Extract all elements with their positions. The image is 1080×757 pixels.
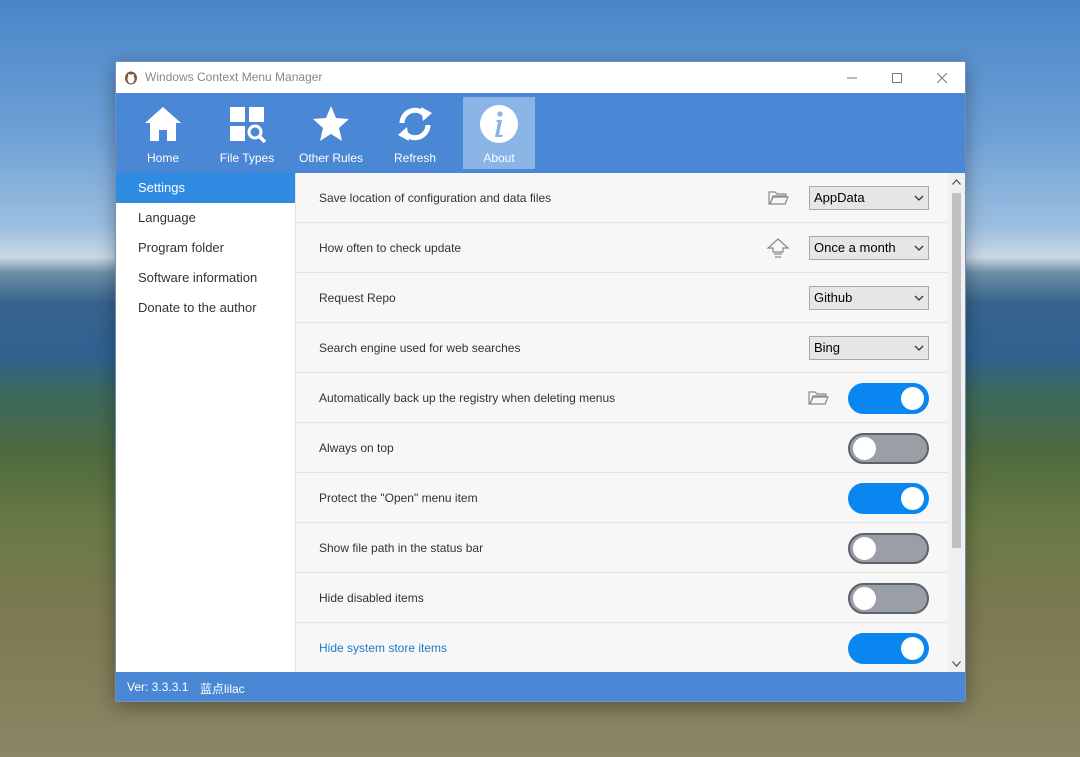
toolbar-refresh-button[interactable]: Refresh — [379, 97, 451, 169]
author-text: 蓝点lilac — [200, 682, 245, 696]
chevron-down-icon — [914, 295, 924, 301]
hide-disabled-toggle[interactable] — [848, 583, 929, 614]
select-value: Bing — [814, 340, 841, 355]
window-title: Windows Context Menu Manager — [145, 70, 323, 84]
title-bar: Windows Context Menu Manager — [116, 62, 965, 93]
chevron-up-icon — [952, 178, 961, 185]
scrollbar-thumb[interactable] — [952, 193, 961, 548]
sidebar-item-software-information[interactable]: Software information — [116, 263, 295, 293]
sidebar-item-donate[interactable]: Donate to the author — [116, 293, 295, 323]
request-repo-select[interactable]: Github — [809, 286, 929, 310]
always-on-top-toggle[interactable] — [848, 433, 929, 464]
toolbar-file-types-button[interactable]: File Types — [211, 97, 283, 169]
toolbar-label: Refresh — [393, 151, 437, 165]
star-icon — [313, 106, 349, 141]
maximize-icon — [892, 72, 902, 83]
chevron-down-icon — [952, 660, 961, 667]
home-icon — [145, 107, 181, 141]
toggle-knob — [901, 487, 924, 510]
setting-label: Protect the "Open" menu item — [319, 491, 478, 505]
chevron-down-icon — [914, 195, 924, 201]
toolbar-label: Home — [146, 151, 179, 165]
setting-label: Automatically back up the registry when … — [319, 391, 616, 405]
backup-registry-toggle[interactable] — [848, 383, 929, 414]
settings-row: Automatically back up the registry when … — [296, 373, 950, 423]
sidebar: Settings Language Program folder Softwar… — [116, 173, 295, 672]
settings-row: Show file path in the status bar — [296, 523, 950, 573]
toolbar-label: About — [483, 151, 515, 165]
select-value: AppData — [814, 190, 865, 205]
toolbar-other-rules-button[interactable]: Other Rules — [295, 97, 367, 169]
sidebar-item-language[interactable]: Language — [116, 203, 295, 233]
settings-row: How often to check update Once a month — [296, 223, 950, 273]
select-value: Github — [814, 290, 853, 305]
toggle-knob — [853, 437, 876, 460]
update-frequency-select[interactable]: Once a month — [809, 236, 929, 260]
settings-panel: Save location of configuration and data … — [295, 173, 965, 672]
setting-label: Request Repo — [319, 291, 396, 305]
select-value: Once a month — [814, 240, 896, 255]
minimize-icon — [847, 77, 857, 78]
info-icon — [480, 105, 518, 143]
settings-row: Save location of configuration and data … — [296, 173, 950, 223]
toolbar-label: File Types — [219, 151, 275, 165]
main-toolbar: Home File Types Other Rules Refresh Abou… — [116, 93, 965, 173]
sidebar-item-program-folder[interactable]: Program folder — [116, 233, 295, 263]
settings-row: Request Repo Github — [296, 273, 950, 323]
setting-label: Hide disabled items — [319, 591, 424, 605]
settings-row: Hide disabled items — [296, 573, 950, 623]
toggle-knob — [853, 537, 876, 560]
settings-row: Protect the "Open" menu item — [296, 473, 950, 523]
version-text: Ver: 3.3.3.1 — [127, 680, 189, 694]
close-icon — [937, 72, 947, 83]
toolbar-home-button[interactable]: Home — [127, 97, 199, 169]
update-icon[interactable] — [766, 237, 790, 259]
settings-row: Always on top — [296, 423, 950, 473]
search-engine-select[interactable]: Bing — [809, 336, 929, 360]
app-logo-icon — [125, 71, 137, 85]
sidebar-item-settings[interactable]: Settings — [116, 173, 295, 203]
refresh-icon — [398, 107, 432, 141]
status-bar: Ver: 3.3.3.1 蓝点lilac — [116, 672, 965, 701]
maximize-button[interactable] — [874, 62, 920, 93]
folder-icon[interactable] — [806, 387, 830, 409]
setting-label: Show file path in the status bar — [319, 541, 484, 555]
toolbar-label: Other Rules — [298, 151, 364, 165]
scroll-up-button[interactable] — [948, 173, 965, 190]
config-location-select[interactable]: AppData — [809, 186, 929, 210]
toggle-knob — [853, 587, 876, 610]
toggle-knob — [901, 637, 924, 660]
setting-label: Search engine used for web searches — [319, 341, 521, 355]
hide-system-store-toggle[interactable] — [848, 633, 929, 664]
setting-label-link[interactable]: Hide system store items — [319, 641, 447, 655]
settings-row: Search engine used for web searches Bing — [296, 323, 950, 373]
setting-label: Always on top — [319, 441, 394, 455]
toggle-knob — [901, 387, 924, 410]
setting-label: How often to check update — [319, 241, 462, 255]
close-button[interactable] — [919, 62, 965, 93]
setting-label: Save location of configuration and data … — [319, 191, 552, 205]
protect-open-toggle[interactable] — [848, 483, 929, 514]
show-file-path-toggle[interactable] — [848, 533, 929, 564]
chevron-down-icon — [914, 345, 924, 351]
toolbar-about-button[interactable]: About — [463, 97, 535, 169]
settings-row: Hide system store items — [296, 623, 950, 672]
vertical-scrollbar[interactable] — [948, 173, 965, 672]
app-window: Windows Context Menu Manager Home File T… — [115, 61, 966, 702]
scroll-down-button[interactable] — [948, 655, 965, 672]
folder-icon[interactable] — [766, 187, 790, 209]
file-types-icon — [230, 107, 267, 144]
chevron-down-icon — [914, 245, 924, 251]
minimize-button[interactable] — [829, 62, 875, 93]
